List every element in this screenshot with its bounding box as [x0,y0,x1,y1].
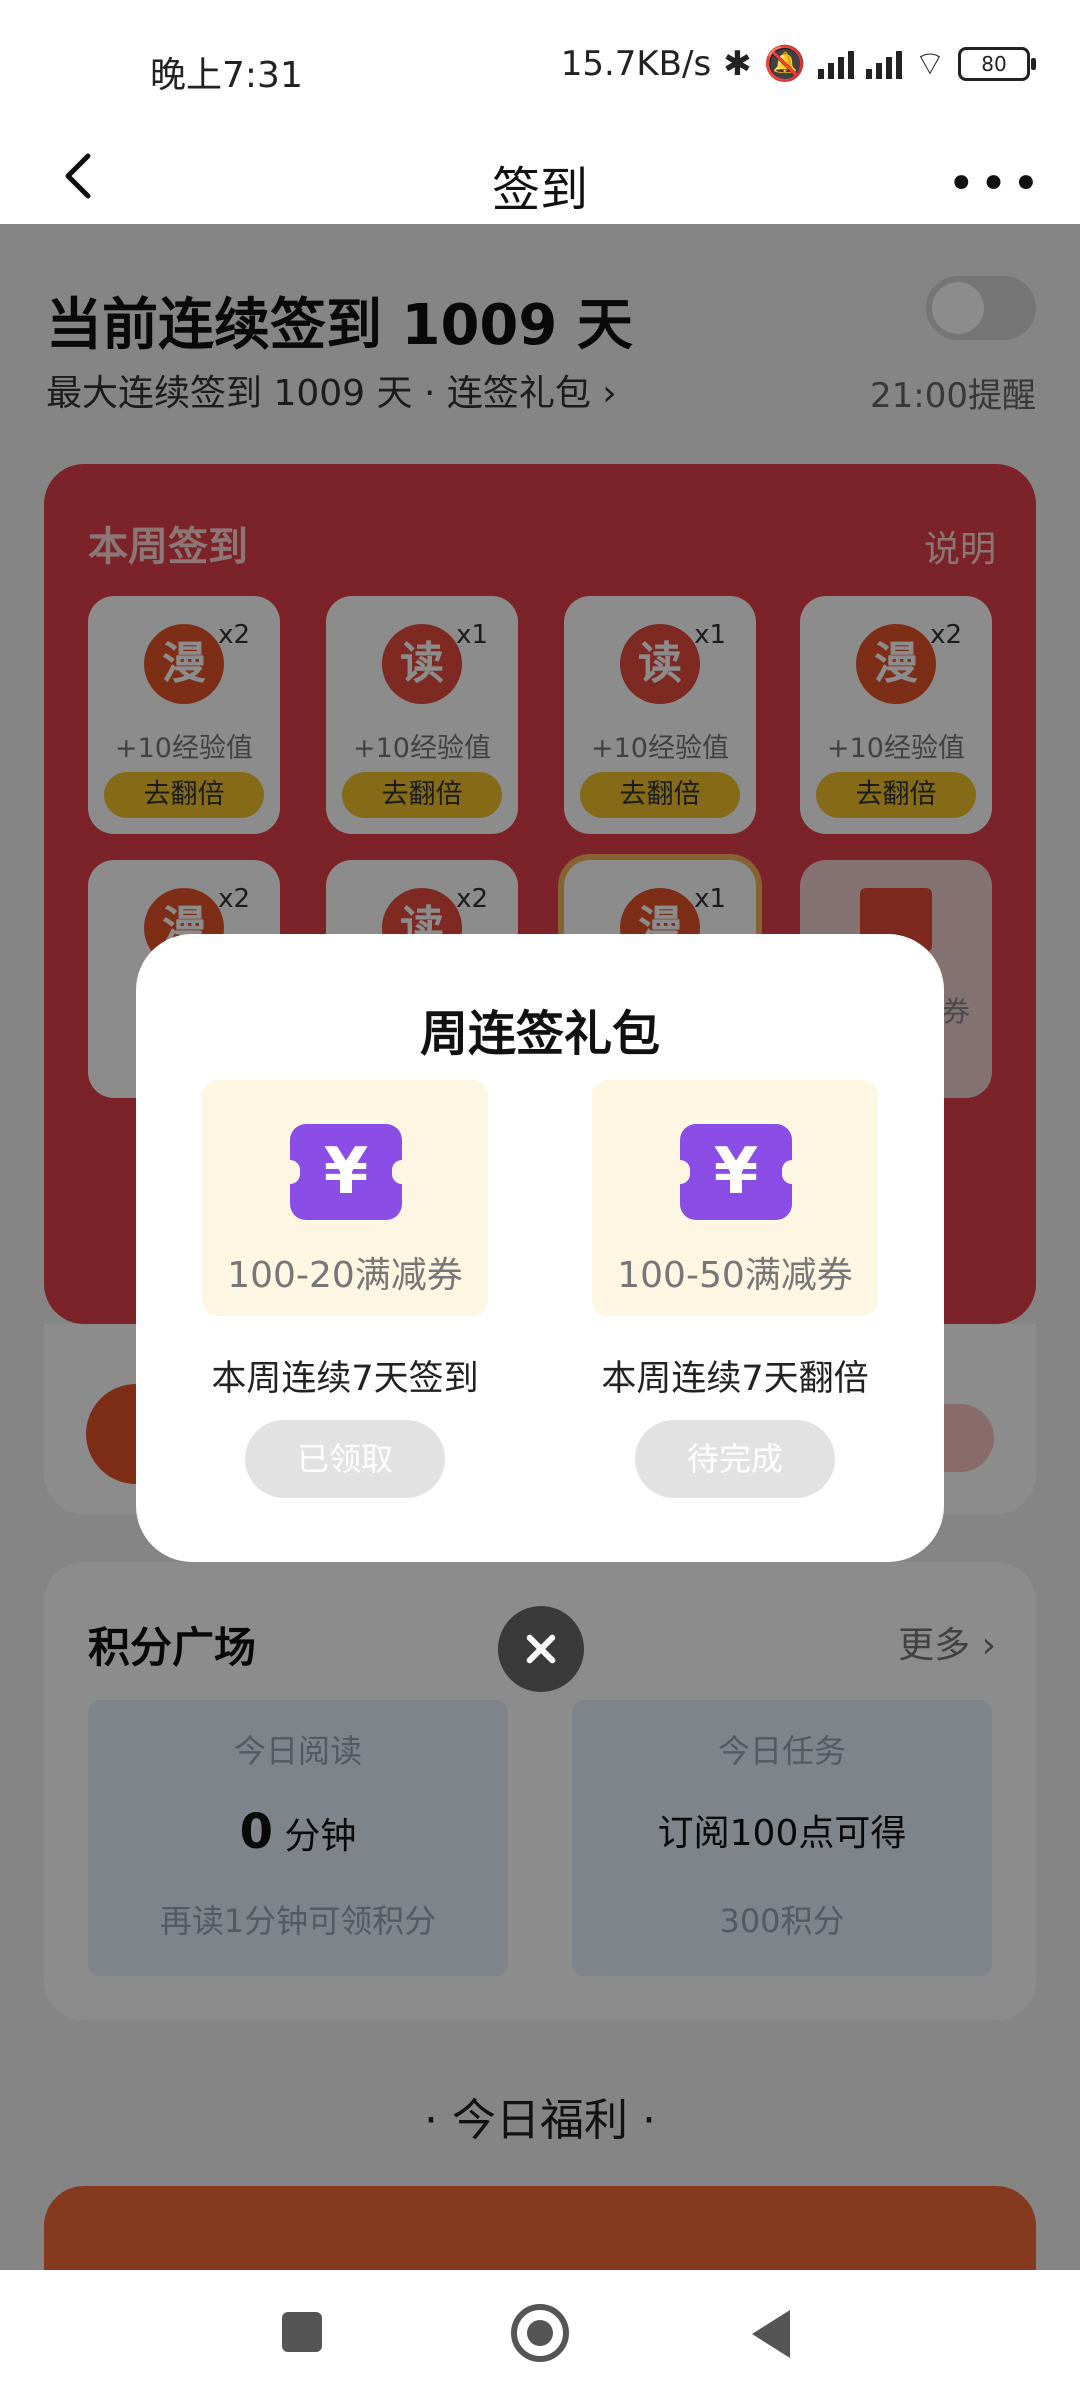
signal-icon [818,49,855,79]
gift-condition: 本周连续7天翻倍 [601,1359,869,1399]
modal-title: 周连签礼包 [419,1006,660,1062]
coupon-name: 100-20满减券 [227,1255,463,1296]
status-bar: 晚上7:31 15.7KB/s ✱ 🔕 ⌔ 80 [0,0,1080,136]
weekly-gift-modal: 周连签礼包 ¥ 100-20满减券 本周连续7天签到 已领取 ¥ 100-50满… [136,934,944,1562]
recent-apps-icon[interactable] [282,2312,322,2352]
status-time: 晚上7:31 [150,55,303,96]
mute-icon: 🔕 [763,43,807,84]
battery-icon: 80 [958,46,1036,81]
wifi-icon: ⌔ [914,44,946,84]
system-nav-bar [0,2270,1080,2400]
bluetooth-icon: ✱ [723,43,752,84]
close-icon[interactable] [498,1606,584,1692]
more-icon[interactable]: ••• [947,156,1044,212]
pending-button[interactable]: 待完成 [635,1420,835,1498]
nav-bar: 签到 ••• [0,136,1080,224]
coupon-name: 100-50满减券 [617,1255,853,1296]
home-icon[interactable] [511,2304,569,2362]
coupon-card: ¥ 100-20满减券 [202,1080,488,1316]
coupon-icon: ¥ [280,1124,412,1220]
system-back-icon[interactable] [752,2310,790,2358]
gift-condition: 本周连续7天签到 [211,1359,479,1399]
coupon-icon: ¥ [670,1124,802,1220]
status-icons: 15.7KB/s ✱ 🔕 ⌔ 80 [560,42,1036,85]
network-speed: 15.7KB/s [560,43,712,84]
claimed-button[interactable]: 已领取 [245,1420,445,1498]
coupon-card: ¥ 100-50满减券 [592,1080,878,1316]
signal-icon-2 [866,49,903,79]
page-title: 签到 [491,162,588,218]
